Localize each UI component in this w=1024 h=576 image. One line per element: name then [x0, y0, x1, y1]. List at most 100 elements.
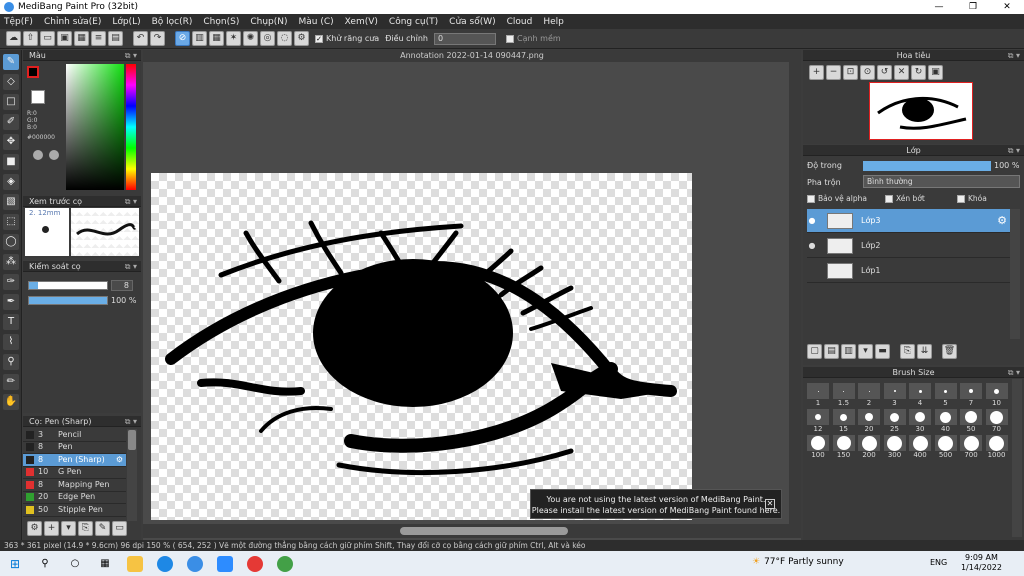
- brush-size-cell[interactable]: 1000: [985, 435, 1008, 459]
- menu-view[interactable]: Xem(V): [345, 17, 378, 27]
- menu-tools[interactable]: Công cụ(T): [389, 17, 438, 27]
- menu-edit[interactable]: Chỉnh sửa(E): [44, 17, 101, 27]
- fit-icon[interactable]: ⊡: [843, 65, 858, 80]
- brush-size-cell[interactable]: 70: [985, 409, 1008, 433]
- rotate-left-icon[interactable]: ↺: [877, 65, 892, 80]
- upload-icon[interactable]: ⇧: [23, 31, 38, 46]
- new-layer-icon[interactable]: ▢: [807, 344, 822, 359]
- visibility-eye-icon[interactable]: ●: [807, 216, 817, 225]
- zoom-out-icon[interactable]: −: [826, 65, 841, 80]
- antialias-checkbox[interactable]: ✓: [315, 34, 323, 43]
- brush-edit-icon[interactable]: ✎: [95, 520, 110, 536]
- brush-copy-icon[interactable]: ⎘: [78, 520, 93, 536]
- soft-edge-checkbox[interactable]: [505, 34, 514, 43]
- brush-list-item[interactable]: 3 Pencil: [23, 429, 126, 442]
- saturation-value-picker[interactable]: [66, 64, 124, 190]
- zoom-icon[interactable]: [217, 555, 233, 572]
- canvas-horizontal-scrollbar[interactable]: [143, 524, 801, 538]
- expand-icon[interactable]: ⧉ ▾: [125, 416, 137, 427]
- brush-size-cell[interactable]: 30: [909, 409, 931, 433]
- actual-size-icon[interactable]: ⊙: [860, 65, 875, 80]
- task-view-icon[interactable]: ○: [67, 556, 83, 572]
- search-icon[interactable]: ⚲: [37, 556, 53, 572]
- brush-size-cell[interactable]: 500: [934, 435, 957, 459]
- magic-wand-icon[interactable]: ⁂: [3, 254, 19, 270]
- visibility-eye-icon[interactable]: ●: [807, 241, 817, 250]
- merge-layer-icon[interactable]: ⇊: [917, 344, 932, 359]
- color-wheel-icon[interactable]: [49, 150, 59, 160]
- brush-list-item[interactable]: 8 Mapping Pen: [23, 479, 126, 492]
- lock-option[interactable]: Khóa: [953, 194, 987, 203]
- brush-size-cell[interactable]: 1.5: [832, 383, 855, 407]
- brush-size-cell[interactable]: 300: [883, 435, 906, 459]
- file-explorer-icon[interactable]: [127, 555, 143, 572]
- canvas-vertical-scrollbar[interactable]: [789, 62, 801, 524]
- layer-row[interactable]: ● Lớp3 ⚙: [807, 209, 1011, 233]
- layer-settings-gear-icon[interactable]: ⚙: [997, 214, 1007, 227]
- background-color-swatch[interactable]: [31, 90, 45, 104]
- menu-select[interactable]: Chọn(S): [203, 17, 239, 27]
- brush-add-icon[interactable]: ▾: [61, 520, 76, 536]
- select-eraser-icon[interactable]: ✒: [3, 294, 19, 310]
- document-tab[interactable]: Annotation 2022-01-14 090447.png: [143, 50, 801, 62]
- new-halftone-layer-icon[interactable]: ▤: [824, 344, 839, 359]
- minimize-button[interactable]: —: [922, 0, 956, 14]
- brush-list-item[interactable]: 8 Pen: [23, 442, 126, 454]
- image-icon[interactable]: ▣: [57, 31, 72, 46]
- parallel-snap-icon[interactable]: ▥: [192, 31, 207, 46]
- layer-row[interactable]: ● Lớp2: [807, 234, 1011, 258]
- brush-size-cell[interactable]: 10: [985, 383, 1008, 407]
- blend-mode-select[interactable]: Bình thường: [863, 175, 1020, 188]
- divide-tool-icon[interactable]: ⌇: [3, 334, 19, 350]
- chrome-profile-icon[interactable]: [277, 555, 293, 572]
- vanishing-snap-icon[interactable]: ✶: [226, 31, 241, 46]
- close-button[interactable]: ✕: [990, 0, 1024, 14]
- brush-size-cell[interactable]: 20: [858, 409, 880, 433]
- brush-size-cell[interactable]: 400: [909, 435, 931, 459]
- brush-list-scrollbar[interactable]: [127, 429, 137, 521]
- brush-size-cell[interactable]: 700: [960, 435, 982, 459]
- foreground-color-swatch[interactable]: [27, 66, 39, 78]
- circle-snap-icon[interactable]: ◎: [260, 31, 275, 46]
- language-indicator[interactable]: ENG: [930, 558, 947, 567]
- brush-size-cell[interactable]: 1: [807, 383, 829, 407]
- expand-icon[interactable]: ⧉ ▾: [125, 50, 137, 61]
- layer-opacity-slider[interactable]: [863, 161, 991, 171]
- hue-slider[interactable]: [126, 64, 136, 190]
- widgets-icon[interactable]: ▦: [97, 556, 113, 572]
- zoom-in-icon[interactable]: +: [809, 65, 824, 80]
- palette-icon[interactable]: [33, 150, 43, 160]
- settings-snap-icon[interactable]: ⚙: [294, 31, 309, 46]
- cross-snap-icon[interactable]: ▦: [209, 31, 224, 46]
- menu-window[interactable]: Cửa sổ(W): [449, 17, 495, 27]
- menu-help[interactable]: Help: [543, 17, 564, 27]
- protect-alpha-option[interactable]: Bảo vệ alpha: [807, 194, 867, 203]
- expand-icon[interactable]: ⧉ ▾: [125, 261, 137, 272]
- pen-tool-icon[interactable]: ✏: [3, 374, 19, 390]
- brush-list-item[interactable]: 50 Stipple Pen: [23, 504, 126, 517]
- shape-fill-icon[interactable]: ■: [3, 154, 19, 170]
- expand-icon[interactable]: ⧉ ▾: [1008, 145, 1020, 156]
- menu-cloud[interactable]: Cloud: [507, 17, 533, 27]
- chrome-icon[interactable]: [247, 555, 263, 572]
- delete-layer-icon[interactable]: 🗑: [942, 344, 957, 359]
- grid-icon[interactable]: ▦: [74, 31, 89, 46]
- navigator-thumbnail[interactable]: [869, 82, 973, 140]
- start-icon[interactable]: ⊞: [7, 556, 23, 572]
- gradient-icon[interactable]: ▧: [3, 194, 19, 210]
- layer-row[interactable]: Lớp1: [807, 259, 1011, 283]
- no-snap-icon[interactable]: ⊘: [175, 31, 190, 46]
- document-icon[interactable]: ≡: [91, 31, 106, 46]
- size-value[interactable]: 8: [111, 280, 133, 291]
- select-brush-icon[interactable]: ✑: [3, 274, 19, 290]
- brush-size-cell[interactable]: 4: [909, 383, 931, 407]
- update-notification[interactable]: You are not using the latest version of …: [530, 489, 782, 519]
- brush-size-cell[interactable]: 15: [832, 409, 855, 433]
- undo-icon[interactable]: ↶: [133, 31, 148, 46]
- dot-tool-icon[interactable]: □: [3, 94, 19, 110]
- move-tool-icon[interactable]: ✥: [3, 134, 19, 150]
- artboard[interactable]: [151, 173, 692, 520]
- brush-delete-icon[interactable]: ▭: [112, 520, 127, 536]
- opacity-slider[interactable]: [28, 296, 108, 305]
- new-8bit-layer-icon[interactable]: ▥: [841, 344, 856, 359]
